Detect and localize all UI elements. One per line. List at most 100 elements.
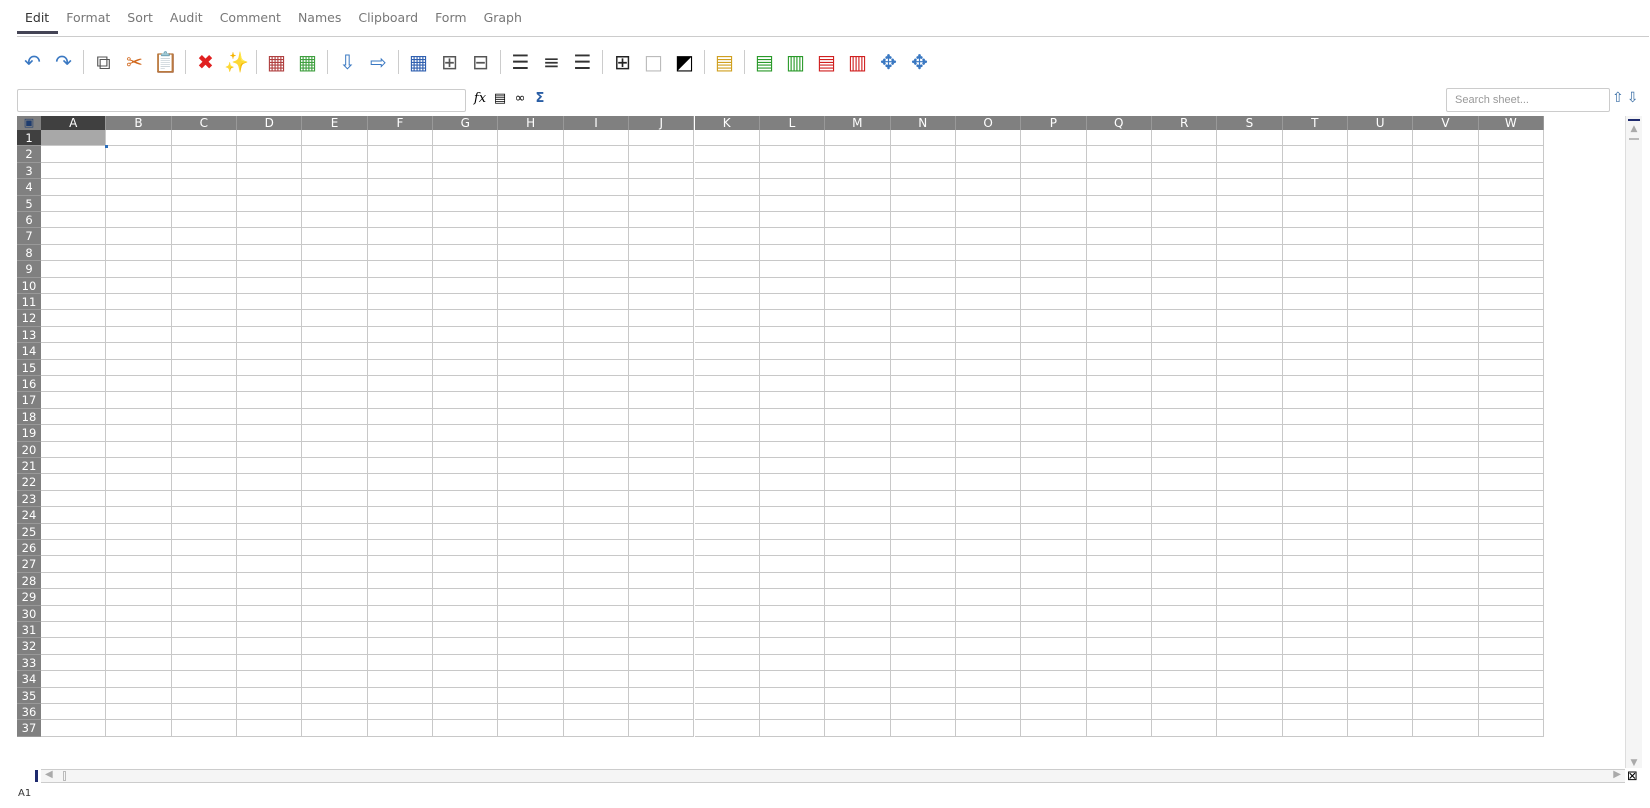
cell-K32[interactable]: [694, 638, 760, 655]
row-header-37[interactable]: 37: [17, 720, 41, 737]
cell-T27[interactable]: [1282, 556, 1348, 573]
cell-B34[interactable]: [106, 671, 172, 688]
cell-U32[interactable]: [1348, 638, 1414, 655]
cell-U31[interactable]: [1348, 622, 1414, 639]
cell-J11[interactable]: [629, 294, 695, 311]
cell-I7[interactable]: [563, 228, 630, 245]
cell-V24[interactable]: [1413, 507, 1479, 524]
cell-W5[interactable]: [1478, 195, 1545, 212]
column-header-U[interactable]: U: [1348, 116, 1414, 130]
cell-B10[interactable]: [106, 277, 172, 294]
cell-B28[interactable]: [106, 572, 172, 590]
cell-N37[interactable]: [890, 720, 956, 737]
cell-O5[interactable]: [955, 195, 1022, 212]
row-header-30[interactable]: 30: [17, 605, 41, 622]
cell-K1[interactable]: [694, 130, 760, 147]
cell-T19[interactable]: [1282, 425, 1348, 442]
cell-G9[interactable]: [433, 261, 499, 278]
cell-M2[interactable]: [825, 146, 891, 163]
cell-Q34[interactable]: [1086, 671, 1152, 688]
cell-B27[interactable]: [106, 556, 172, 573]
cell-B6[interactable]: [106, 212, 172, 229]
cell-G16[interactable]: [433, 376, 499, 393]
cell-A29[interactable]: [41, 589, 107, 606]
cell-T17[interactable]: [1282, 392, 1348, 409]
row-header-11[interactable]: 11: [17, 294, 41, 311]
cell-U13[interactable]: [1348, 326, 1414, 344]
cell-T30[interactable]: [1282, 605, 1348, 622]
cell-A21[interactable]: [41, 458, 107, 475]
cell-T15[interactable]: [1282, 359, 1348, 376]
undo-icon[interactable]: ↶: [17, 48, 48, 76]
cell-H3[interactable]: [498, 162, 564, 180]
cell-E1[interactable]: [302, 130, 368, 147]
cell-T25[interactable]: [1282, 523, 1348, 540]
cell-L5[interactable]: [759, 195, 826, 212]
cell-U17[interactable]: [1348, 392, 1414, 409]
cell-Q4[interactable]: [1086, 179, 1152, 196]
cell-J31[interactable]: [629, 622, 695, 639]
cell-E34[interactable]: [302, 671, 368, 688]
cell-L31[interactable]: [759, 622, 826, 639]
cell-E16[interactable]: [302, 376, 368, 393]
cell-J28[interactable]: [629, 572, 695, 590]
cell-O8[interactable]: [955, 244, 1022, 262]
cell-O27[interactable]: [955, 556, 1022, 573]
cell-L16[interactable]: [759, 376, 826, 393]
split-pane-icon[interactable]: ✥: [873, 48, 904, 76]
cell-V10[interactable]: [1413, 277, 1479, 294]
cell-J3[interactable]: [629, 162, 695, 180]
row-header-34[interactable]: 34: [17, 671, 41, 688]
cell-M33[interactable]: [825, 654, 891, 672]
cell-Q6[interactable]: [1086, 212, 1152, 229]
cell-W16[interactable]: [1478, 376, 1545, 393]
cell-G14[interactable]: [433, 343, 499, 360]
cell-F20[interactable]: [367, 441, 434, 458]
cell-I3[interactable]: [563, 162, 630, 180]
cell-N33[interactable]: [890, 654, 956, 672]
cell-E33[interactable]: [302, 654, 368, 672]
cell-M16[interactable]: [825, 376, 891, 393]
cell-J1[interactable]: [629, 130, 695, 147]
column-header-I[interactable]: I: [563, 116, 630, 130]
cell-J5[interactable]: [629, 195, 695, 212]
insert-column-icon[interactable]: ▥: [780, 48, 811, 76]
cell-C16[interactable]: [171, 376, 238, 393]
cell-P2[interactable]: [1021, 146, 1087, 163]
cell-M1[interactable]: [825, 130, 891, 147]
cell-P7[interactable]: [1021, 228, 1087, 245]
cell-W13[interactable]: [1478, 326, 1545, 344]
cell-P26[interactable]: [1021, 540, 1087, 557]
cell-U36[interactable]: [1348, 704, 1414, 721]
cell-E17[interactable]: [302, 392, 368, 409]
cell-C14[interactable]: [171, 343, 238, 360]
cell-N31[interactable]: [890, 622, 956, 639]
cell-R35[interactable]: [1151, 687, 1218, 704]
cell-H20[interactable]: [498, 441, 564, 458]
tab-edit[interactable]: Edit: [17, 0, 59, 34]
cell-P16[interactable]: [1021, 376, 1087, 393]
cell-O37[interactable]: [955, 720, 1022, 737]
cell-E37[interactable]: [302, 720, 368, 737]
cell-R15[interactable]: [1151, 359, 1218, 376]
cell-M7[interactable]: [825, 228, 891, 245]
cell-L37[interactable]: [759, 720, 826, 737]
cell-F13[interactable]: [367, 326, 434, 344]
cell-I23[interactable]: [563, 490, 630, 508]
cell-T13[interactable]: [1282, 326, 1348, 344]
cell-L26[interactable]: [759, 540, 826, 557]
cell-Q26[interactable]: [1086, 540, 1152, 557]
row-header-19[interactable]: 19: [17, 425, 41, 442]
cell-M21[interactable]: [825, 458, 891, 475]
cell-R7[interactable]: [1151, 228, 1218, 245]
cell-U20[interactable]: [1348, 441, 1414, 458]
cell-R31[interactable]: [1151, 622, 1218, 639]
cell-F23[interactable]: [367, 490, 434, 508]
cell-H4[interactable]: [498, 179, 564, 196]
cell-J17[interactable]: [629, 392, 695, 409]
row-header-20[interactable]: 20: [17, 441, 41, 458]
cell-H13[interactable]: [498, 326, 564, 344]
cell-G17[interactable]: [433, 392, 499, 409]
column-header-B[interactable]: B: [106, 116, 172, 130]
cell-P22[interactable]: [1021, 474, 1087, 491]
